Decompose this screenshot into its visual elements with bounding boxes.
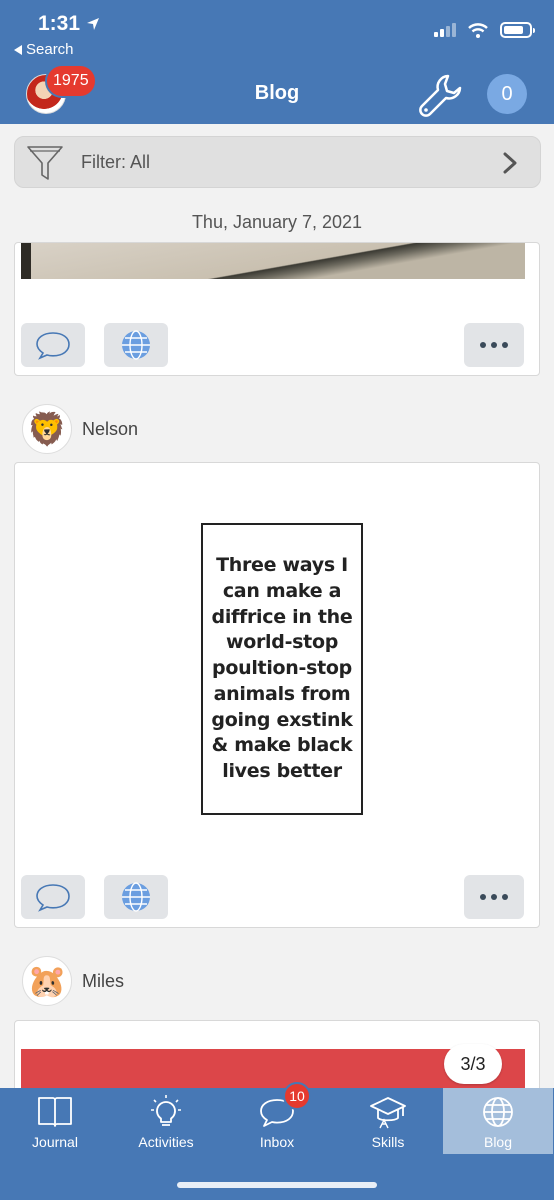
back-to-search-link[interactable]: Search [14, 41, 74, 58]
comment-icon [36, 332, 70, 360]
filter-label: Filter: All [81, 152, 151, 172]
share-public-button[interactable] [104, 323, 168, 367]
hamster-avatar: 🐹 [22, 956, 72, 1006]
post-author-row[interactable]: 🐹 Miles [22, 956, 124, 1006]
more-options-button[interactable] [464, 875, 524, 919]
battery-icon [500, 22, 535, 38]
tab-label: Skills [371, 1134, 405, 1150]
filter-bar[interactable]: Filter: All [14, 136, 541, 188]
tab-label: Journal [32, 1134, 78, 1150]
poster-text: Three ways I can make a diffrice in the … [211, 553, 353, 783]
post-image-text[interactable]: Three ways I can make a diffrice in the … [201, 523, 363, 815]
graduation-cap-icon [370, 1097, 406, 1129]
comment-icon [36, 884, 70, 912]
post-card [14, 242, 540, 376]
notification-count[interactable]: 0 [487, 74, 527, 114]
back-triangle-icon [14, 44, 22, 55]
post-image[interactable] [21, 243, 525, 279]
tab-journal[interactable]: Journal [0, 1088, 110, 1154]
cellular-signal-icon [434, 23, 456, 37]
chevron-right-icon [503, 152, 517, 174]
book-icon [38, 1097, 72, 1127]
globe-icon [122, 882, 150, 912]
inbox-badge: 10 [283, 1082, 311, 1110]
more-options-button[interactable] [464, 323, 524, 367]
status-icons [434, 22, 535, 38]
wifi-icon [468, 22, 488, 38]
comment-button[interactable] [21, 875, 85, 919]
location-arrow-icon [87, 18, 100, 30]
tab-blog[interactable]: Blog [443, 1088, 553, 1154]
tab-label: Inbox [259, 1134, 295, 1150]
tab-skills[interactable]: Skills [333, 1088, 443, 1154]
globe-icon [122, 330, 150, 360]
post-card: Three ways I can make a diffrice in the … [14, 462, 540, 928]
home-indicator[interactable] [177, 1182, 377, 1188]
tab-label: Blog [483, 1134, 513, 1150]
page-title: Blog [254, 82, 300, 104]
wrench-icon[interactable] [418, 72, 464, 118]
tab-activities[interactable]: Activities [111, 1088, 221, 1154]
comment-button[interactable] [21, 323, 85, 367]
app-header: 1:31 Search 1975 Blog 0 [0, 0, 554, 124]
author-name: Nelson [82, 418, 139, 439]
lion-avatar: 🦁 [22, 404, 72, 454]
clock-text: 1:31 [38, 12, 81, 35]
lightbulb-icon [151, 1095, 181, 1126]
status-time: 1:31 [38, 12, 100, 36]
funnel-icon [27, 146, 63, 180]
author-name: Miles [82, 970, 125, 991]
share-public-button[interactable] [104, 875, 168, 919]
date-header: Thu, January 7, 2021 [191, 212, 363, 232]
globe-icon [483, 1097, 513, 1127]
tab-inbox[interactable]: Inbox [222, 1088, 332, 1154]
tab-label: Activities [138, 1134, 194, 1150]
page-indicator: 3/3 [444, 1044, 502, 1084]
post-author-row[interactable]: 🦁 Nelson [22, 404, 138, 454]
back-label: Search [26, 41, 74, 58]
